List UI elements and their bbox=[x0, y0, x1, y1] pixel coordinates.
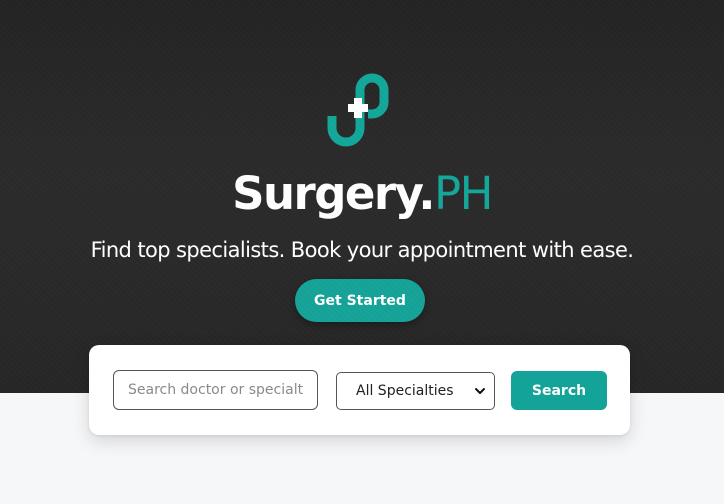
brand-suffix: PH bbox=[433, 167, 493, 220]
search-input[interactable] bbox=[113, 370, 318, 410]
get-started-button[interactable]: Get Started bbox=[295, 279, 425, 322]
chevron-down-icon bbox=[474, 385, 486, 397]
specialty-select-value: All Specialties bbox=[356, 383, 454, 399]
hero-section: Surgery.PH Find top specialists. Book yo… bbox=[0, 0, 724, 393]
brand-title: Surgery.PH bbox=[0, 164, 724, 224]
stethoscope-cross-logo-icon bbox=[327, 73, 389, 147]
brand-name: Surgery. bbox=[232, 167, 435, 220]
hero-tagline: Find top specialists. Book your appointm… bbox=[90, 238, 634, 262]
search-card: All Specialties Search bbox=[89, 345, 630, 435]
specialty-select[interactable]: All Specialties bbox=[336, 372, 495, 410]
search-button[interactable]: Search bbox=[511, 371, 607, 410]
